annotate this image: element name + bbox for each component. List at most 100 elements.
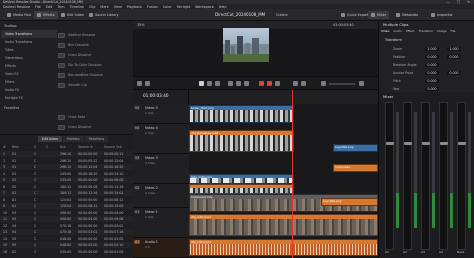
audio-clip[interactable]: clip_intro.mp4 xyxy=(189,239,378,256)
menu-item[interactable]: Help xyxy=(219,5,227,9)
toolbox-header[interactable]: Toolbox xyxy=(1,23,17,28)
table-row[interactable]: 2 V1 C 296:10 00:00:05:12 00:00:12:04 xyxy=(0,158,133,164)
tab-effect[interactable]: Effect xyxy=(406,29,415,33)
layout-icon[interactable] xyxy=(137,81,142,86)
menu-item[interactable]: File xyxy=(35,5,41,9)
col-header[interactable]: C xyxy=(46,145,48,149)
timeline-ruler[interactable] xyxy=(189,90,378,104)
category-open-fx[interactable]: Open FX xyxy=(1,70,57,78)
title-clip[interactable]: Logotitle.png xyxy=(321,198,378,206)
transform-section[interactable]: Transform xyxy=(385,38,402,42)
quick-export-button[interactable]: Quick Export xyxy=(338,11,372,19)
zoom-level[interactable]: 35% xyxy=(137,23,145,27)
menu-item[interactable]: Playback xyxy=(127,5,142,9)
menu-item[interactable]: View xyxy=(114,5,122,9)
favorites-header[interactable]: Favorites xyxy=(1,105,19,110)
table-row[interactable]: 4 V1 C 245:00 00:00:18:20 00:00:24:10 xyxy=(0,171,133,177)
table-row[interactable]: 10 V3 C 096:00 00:00:00:00 00:00:04:00 xyxy=(0,210,133,216)
table-row[interactable]: 8 A1 C 120:04 00:00:00:00 00:00:08:12 xyxy=(0,197,133,203)
video-clip[interactable]: Lower_third.png xyxy=(189,105,294,123)
title-clip[interactable]: Logotitle.png xyxy=(333,144,378,152)
fader-knob[interactable] xyxy=(404,142,412,145)
menu-item[interactable]: Fairlight xyxy=(177,5,191,9)
channel-fader[interactable] xyxy=(439,102,448,250)
sound-library-button[interactable]: Sound Library xyxy=(86,11,122,19)
tab-audio[interactable]: Audio xyxy=(393,29,402,33)
channel-fader[interactable] xyxy=(403,102,412,250)
overwrite-icon[interactable] xyxy=(236,81,241,86)
menu-item[interactable]: DaVinci Resolve xyxy=(3,5,30,9)
effect-item[interactable]: Cross Dissolve xyxy=(58,51,128,59)
zoom-slider[interactable] xyxy=(329,83,355,85)
param-x-value[interactable]: 0.000 xyxy=(425,55,439,59)
playhead[interactable] xyxy=(292,90,293,258)
track-header-v4[interactable]: V4 Video 4 1 Clip xyxy=(133,124,189,154)
effect-item[interactable]: Non-Additive Dissolve xyxy=(58,71,128,79)
category-titles[interactable]: Titles xyxy=(1,46,57,54)
col-header[interactable]: V xyxy=(34,145,36,149)
effect-item[interactable]: Dip To Color Dissolve xyxy=(58,61,128,69)
menu-item[interactable]: Fusion xyxy=(147,5,158,9)
track-header-v2[interactable]: V2 Video 2 2 Clips xyxy=(133,184,189,208)
category-video-transitions[interactable]: Video Transitions xyxy=(1,30,57,38)
video-clip[interactable]: clip_intro.mp4 xyxy=(189,214,378,236)
snapping-icon[interactable] xyxy=(259,81,264,86)
effects-button[interactable]: Effects xyxy=(34,11,58,19)
table-row[interactable]: 12 V4 C 070:18 00:00:00:00 00:00:03:02 xyxy=(0,223,133,229)
favorite-item[interactable]: Cross Fade xyxy=(58,113,128,121)
video-clip[interactable] xyxy=(189,184,294,194)
table-row[interactable]: 16 A2 C 030:00 00:00:00:00 00:00:01:06 xyxy=(0,249,133,255)
table-row[interactable]: 14 V5 C 048:00 00:00:00:00 00:00:02:00 xyxy=(0,236,133,242)
category-audio-fx[interactable]: Audio FX xyxy=(1,86,57,94)
table-row[interactable]: 1 V1 C 296:10 00:00:00:00 00:00:05:12 xyxy=(0,151,133,157)
tab-edit-index[interactable]: Edit Index xyxy=(38,136,62,142)
param-x-value[interactable]: 0.000 xyxy=(425,71,439,75)
video-preview[interactable] xyxy=(223,28,269,62)
table-row[interactable]: 9 A1 C 120:04 00:00:08:12 00:00:15:00 xyxy=(0,203,133,209)
category-generators[interactable]: Generators xyxy=(1,54,57,62)
col-header[interactable]: # xyxy=(3,145,6,149)
effect-item[interactable]: Blur Dissolve xyxy=(58,41,128,49)
param-y-value[interactable]: 0.000 xyxy=(447,71,461,75)
category-audio-transitions[interactable]: Audio Transitions xyxy=(1,38,57,46)
menu-item[interactable]: Edit xyxy=(46,5,53,9)
param-y-value[interactable]: 0.000 xyxy=(447,55,461,59)
fader-knob[interactable] xyxy=(422,142,430,145)
tab-markers[interactable]: Markers xyxy=(62,136,84,142)
menu-item[interactable]: Mark xyxy=(100,5,108,9)
inspector-button[interactable]: Inspector xyxy=(428,11,456,19)
menu-item[interactable]: Workspace xyxy=(195,5,214,9)
table-row[interactable]: 5 V2 C 245:00 00:00:00:00 00:00:06:08 xyxy=(0,177,133,183)
table-row[interactable]: 7 V2 C 180:12 00:00:12:16 00:00:19:02 xyxy=(0,190,133,196)
video-clip[interactable]: logo_anim.mov xyxy=(189,174,294,184)
media-pool-button[interactable]: Media Pool xyxy=(4,11,34,19)
marker-icon[interactable] xyxy=(301,81,306,86)
tab-video[interactable]: Video xyxy=(381,29,389,33)
effect-item[interactable]: Additive Dissolve xyxy=(58,31,128,39)
channel-fader[interactable] xyxy=(385,102,394,250)
fader-knob[interactable] xyxy=(386,142,394,145)
edit-index-button[interactable]: Edit Index xyxy=(58,11,87,19)
fader-knob[interactable] xyxy=(458,142,466,145)
param-x-value[interactable]: 1.000 xyxy=(425,47,439,51)
blade-tool-icon[interactable] xyxy=(215,81,220,86)
favorite-item[interactable]: Cross Dissolve xyxy=(58,123,128,131)
channel-fader[interactable] xyxy=(457,102,466,250)
col-header[interactable]: Reel xyxy=(12,145,19,149)
layout-icon[interactable] xyxy=(145,81,150,86)
table-row[interactable]: 11 V3 C 096:00 00:00:04:00 00:00:09:08 xyxy=(0,216,133,222)
param-x-value[interactable]: 0.000 xyxy=(425,87,439,91)
track-header-v1[interactable]: V1 Video 1 1 Clip xyxy=(133,208,189,238)
menu-item[interactable]: Timeline xyxy=(70,5,84,9)
table-row[interactable]: 6 V2 C 180:12 00:00:06:08 00:00:12:16 xyxy=(0,184,133,190)
flag-icon[interactable] xyxy=(293,81,298,86)
track-header-v3[interactable]: V3 Video 3 3 Clips xyxy=(133,154,189,184)
zoom-out-icon[interactable] xyxy=(321,81,326,86)
zoom-in-icon[interactable] xyxy=(359,81,364,86)
tab-transition[interactable]: Transition xyxy=(419,29,434,33)
table-row[interactable]: 13 V4 C 070:18 00:00:03:02 00:00:07:16 xyxy=(0,229,133,235)
replace-icon[interactable] xyxy=(244,81,249,86)
track-header-v5[interactable]: V5 Video 5 1 Clip xyxy=(133,104,189,124)
channel-fader[interactable] xyxy=(421,102,430,250)
menu-item[interactable]: Clip xyxy=(89,5,95,9)
